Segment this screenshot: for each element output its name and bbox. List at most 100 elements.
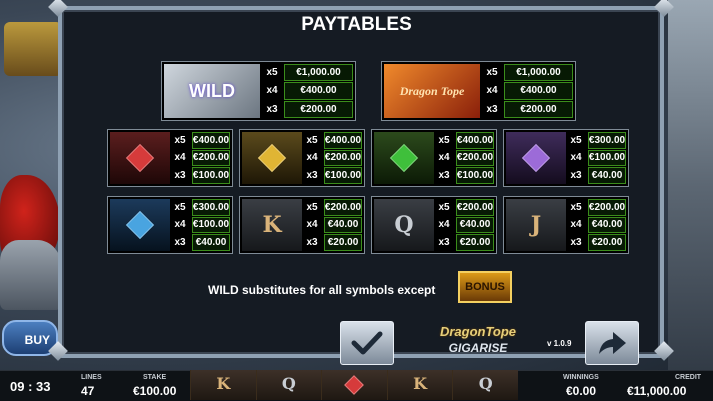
multiplier: x4 bbox=[266, 85, 278, 97]
reel-strip: K Q K Q bbox=[190, 370, 518, 400]
multiplier: x4 bbox=[306, 219, 318, 231]
payout-value: €1,000.00 bbox=[504, 64, 573, 82]
stake-value: €100.00 bbox=[133, 384, 177, 398]
payout-value: €200.00 bbox=[456, 199, 494, 216]
arrow-right-icon bbox=[599, 332, 626, 354]
reel-cell: Q bbox=[452, 370, 518, 400]
reel-cell: Q bbox=[255, 370, 322, 400]
multiplier: x4 bbox=[570, 219, 582, 231]
payout-value: €200.00 bbox=[284, 100, 353, 118]
payout-value: €200.00 bbox=[456, 149, 494, 167]
game-logo: DragonTope GIGARISE bbox=[439, 324, 517, 355]
payout-value: €100.00 bbox=[192, 167, 230, 184]
multiplier: x3 bbox=[438, 170, 450, 182]
multiplier: x4 bbox=[306, 152, 318, 164]
payout-value: €200.00 bbox=[588, 199, 626, 216]
payout-value: €100.00 bbox=[456, 167, 494, 184]
paytable-entry-wild: WILD x5 €1,000.00 x4 €400.00 x3 €200.00 bbox=[161, 61, 356, 121]
wild-symbol-icon: WILD bbox=[164, 64, 260, 118]
clock: 09 : 33 bbox=[10, 379, 51, 394]
paytable-entry-red-gem: x5 €400.00 x4 €200.00 x3 €100.00 bbox=[107, 129, 233, 187]
payout-value: €40.00 bbox=[324, 216, 362, 234]
multiplier: x3 bbox=[306, 237, 318, 249]
rock-decoration bbox=[0, 240, 62, 310]
payout-value: €1,000.00 bbox=[284, 64, 353, 82]
version-label: v 1.0.9 bbox=[547, 339, 572, 348]
payout-value: €100.00 bbox=[192, 216, 230, 234]
credit-value: €11,000.00 bbox=[627, 384, 687, 398]
multiplier: x4 bbox=[438, 219, 450, 231]
multiplier: x4 bbox=[570, 152, 582, 164]
payout-value: €20.00 bbox=[324, 234, 362, 251]
payout-value: €40.00 bbox=[588, 167, 626, 184]
payout-value: €300.00 bbox=[588, 132, 626, 149]
payout-value: €400.00 bbox=[504, 82, 573, 100]
multiplier: x5 bbox=[306, 134, 318, 146]
paytable-entry-gold-gem: x5 €400.00 x4 €200.00 x3 €100.00 bbox=[239, 129, 365, 187]
multiplier: x4 bbox=[174, 152, 186, 164]
k-symbol-icon: K bbox=[262, 212, 282, 238]
multiplier: x3 bbox=[438, 237, 450, 249]
payout-value: €40.00 bbox=[192, 234, 230, 251]
winnings-label: WINNINGS bbox=[563, 374, 599, 381]
wild-substitute-note: WILD substitutes for all symbols except bbox=[208, 283, 436, 297]
reel-cell: K bbox=[190, 370, 256, 400]
reel-cell: K bbox=[386, 370, 453, 400]
payout-value: €400.00 bbox=[192, 132, 230, 149]
j-symbol-icon: J bbox=[530, 212, 542, 238]
multiplier: x5 bbox=[306, 201, 318, 213]
multiplier: x3 bbox=[570, 170, 582, 182]
rock-decoration-right bbox=[668, 0, 713, 370]
multiplier: x5 bbox=[486, 67, 498, 79]
multiplier: x4 bbox=[438, 152, 450, 164]
multiplier: x3 bbox=[174, 237, 186, 249]
payout-value: €20.00 bbox=[588, 234, 626, 251]
payout-value: €200.00 bbox=[504, 100, 573, 118]
multiplier: x4 bbox=[174, 219, 186, 231]
payout-value: €40.00 bbox=[588, 216, 626, 234]
credit-label: CREDIT bbox=[675, 374, 702, 381]
q-symbol-icon: Q bbox=[394, 212, 414, 238]
multiplier: x5 bbox=[438, 134, 450, 146]
checkmark-icon bbox=[351, 331, 383, 355]
multiplier: x3 bbox=[266, 103, 278, 115]
multiplier: x5 bbox=[266, 67, 278, 79]
payout-value: €100.00 bbox=[588, 149, 626, 167]
payout-value: €200.00 bbox=[324, 149, 362, 167]
multiplier: x5 bbox=[174, 134, 186, 146]
dragon-tope-symbol-icon: Dragon Tope bbox=[384, 64, 480, 118]
payout-value: €400.00 bbox=[284, 82, 353, 100]
multiplier: x5 bbox=[438, 201, 450, 213]
multiplier: x3 bbox=[570, 237, 582, 249]
multiplier: x5 bbox=[174, 201, 186, 213]
payout-value: €400.00 bbox=[456, 132, 494, 149]
payout-value: €200.00 bbox=[324, 199, 362, 216]
next-page-button[interactable] bbox=[585, 321, 639, 365]
paytable-entry-k: K x5 €200.00 x4 €40.00 x3 €20.00 bbox=[239, 196, 365, 254]
winnings-value: €0.00 bbox=[566, 384, 597, 398]
lines-value: 47 bbox=[81, 384, 95, 398]
stake-label: STAKE bbox=[143, 374, 167, 381]
paytable-entry-blue-gem: x5 €300.00 x4 €100.00 x3 €40.00 bbox=[107, 196, 233, 254]
page-title: PAYTABLES bbox=[301, 14, 412, 35]
payout-value: €40.00 bbox=[456, 216, 494, 234]
payout-value: €20.00 bbox=[456, 234, 494, 251]
confirm-button[interactable] bbox=[340, 321, 394, 365]
multiplier: x5 bbox=[570, 201, 582, 213]
multiplier: x5 bbox=[570, 134, 582, 146]
reel-cell bbox=[321, 370, 387, 400]
bonus-symbol-icon: BONUS bbox=[458, 271, 512, 303]
paytable-entry-j: J x5 €200.00 x4 €40.00 x3 €20.00 bbox=[503, 196, 629, 254]
multiplier: x3 bbox=[486, 103, 498, 115]
payout-value: €100.00 bbox=[324, 167, 362, 184]
paytable-entry-green-gem: x5 €400.00 x4 €200.00 x3 €100.00 bbox=[371, 129, 497, 187]
lines-label: LINES bbox=[81, 374, 102, 381]
multiplier: x3 bbox=[306, 170, 318, 182]
paytable-entry-purple-gem: x5 €300.00 x4 €100.00 x3 €40.00 bbox=[503, 129, 629, 187]
multiplier: x3 bbox=[174, 170, 186, 182]
payout-value: €200.00 bbox=[192, 149, 230, 167]
multiplier: x4 bbox=[486, 85, 498, 97]
paytable-entry-dragon-tope: Dragon Tope x5 €1,000.00 x4 €400.00 x3 €200… bbox=[381, 61, 576, 121]
payout-value: €400.00 bbox=[324, 132, 362, 149]
red-gem-icon bbox=[344, 375, 365, 395]
